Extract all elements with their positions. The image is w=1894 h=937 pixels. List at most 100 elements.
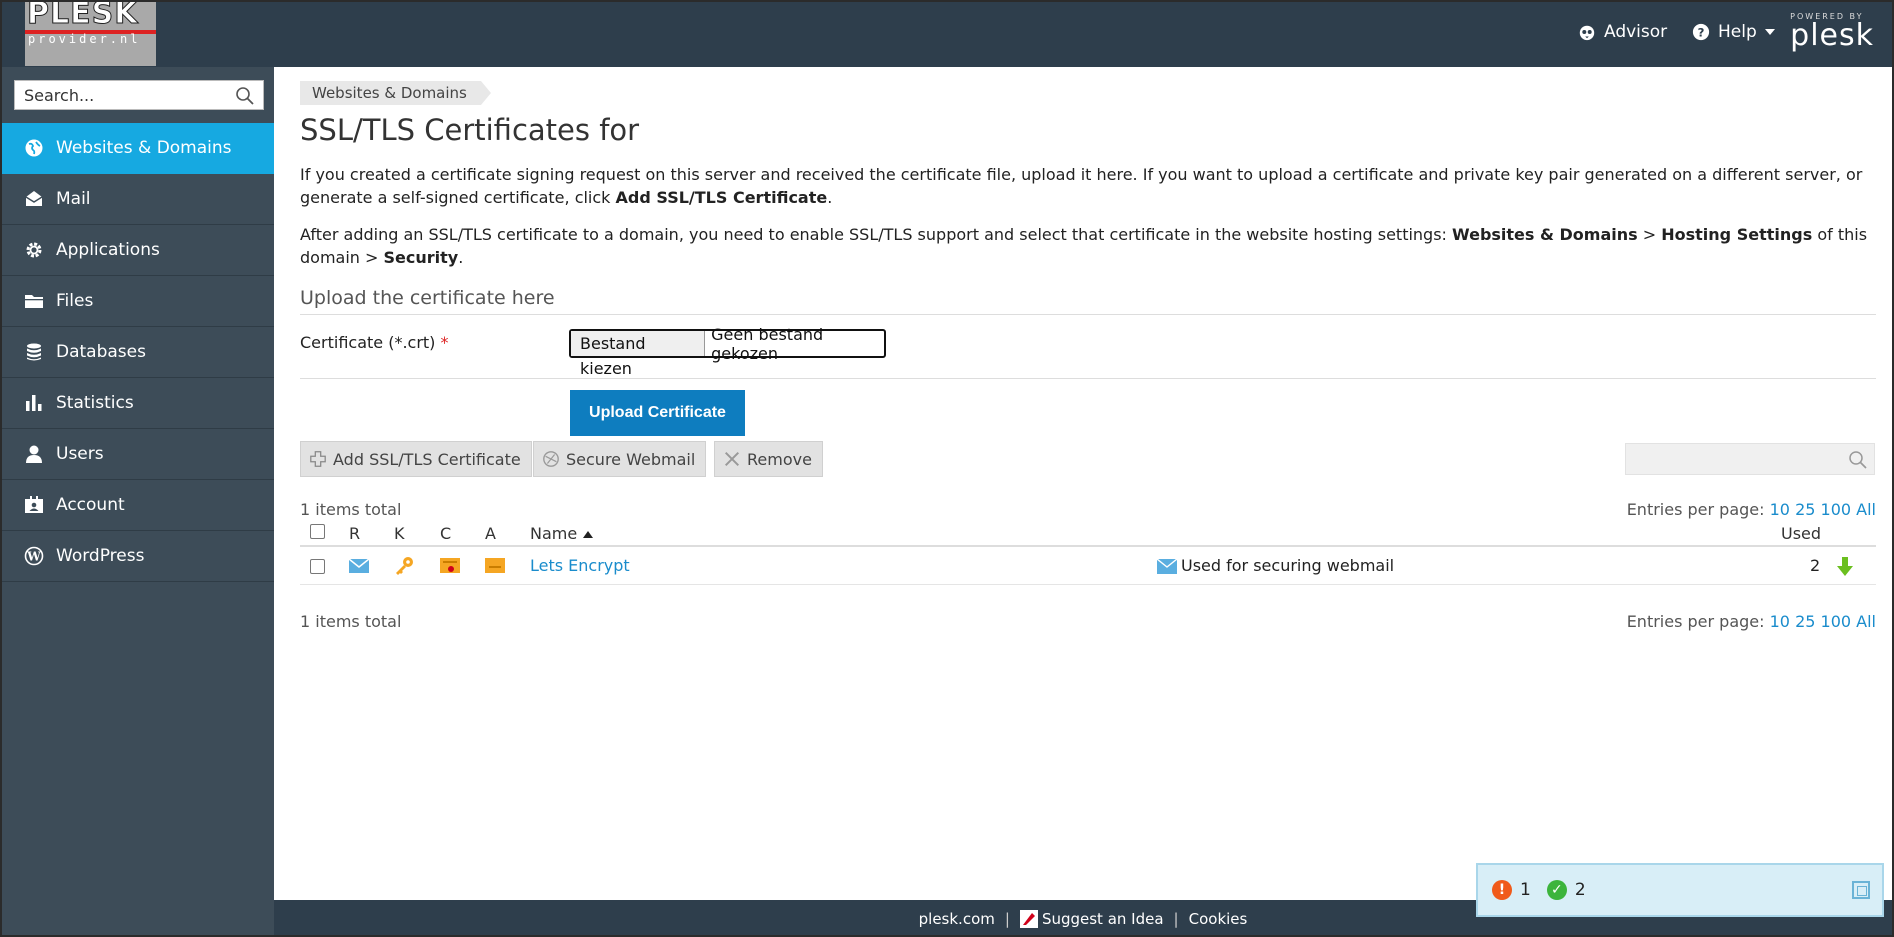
logo-sub-text: provider.nl	[28, 32, 141, 46]
help-circle-icon: ?	[1692, 23, 1710, 41]
private-key-icon	[396, 557, 413, 575]
provider-logo[interactable]: PLESK provider.nl	[25, 2, 156, 66]
certificate-label-text: Certificate (*.crt)	[300, 333, 436, 352]
column-used: Used	[1781, 524, 1822, 543]
intro-1-bold: Add SSL/TLS Certificate	[615, 188, 828, 207]
no-file-chosen-text: Geen bestand gekozen	[711, 324, 824, 363]
items-total-bottom: 1 items total	[300, 612, 402, 631]
plesk-brand-text: plesk	[1790, 18, 1874, 53]
certificate-file-input[interactable]: Bestand kiezen Geen bestand gekozen	[569, 325, 886, 378]
owl-icon	[1579, 25, 1595, 41]
intro-paragraph-1: If you created a certificate signing req…	[300, 163, 1876, 209]
database-icon	[27, 343, 41, 361]
powered-by-plesk[interactable]: POWERED BY plesk	[1790, 12, 1874, 51]
entries-option-10[interactable]: 10	[1770, 612, 1790, 631]
sidebar-item-users[interactable]: Users	[2, 429, 274, 480]
footer-separator: |	[1173, 909, 1179, 928]
svg-text:W: W	[26, 550, 41, 564]
certificate-icon	[440, 558, 460, 573]
gear-icon	[26, 242, 42, 258]
svg-text:?: ?	[1698, 26, 1705, 40]
suggest-idea-link[interactable]: Suggest an Idea	[1019, 909, 1164, 928]
remove-button[interactable]: Remove	[714, 441, 823, 477]
top-header: PLESK provider.nl Advisor ? Help POWERED…	[2, 2, 1892, 67]
sidebar-item-account[interactable]: Account	[2, 480, 274, 531]
certificate-field-label: Certificate (*.crt) *	[300, 333, 449, 352]
sidebar-item-label: Applications	[56, 240, 160, 260]
sidebar-item-label: Websites & Domains	[56, 138, 232, 158]
user-icon	[26, 445, 42, 463]
required-mark: *	[440, 333, 449, 352]
logo-main-text: PLESK	[26, 2, 139, 32]
intro-1-end: .	[827, 188, 833, 207]
add-certificate-label: Add SSL/TLS Certificate	[333, 449, 521, 469]
intro-2-end: .	[458, 248, 464, 267]
add-certificate-button[interactable]: Add SSL/TLS Certificate	[300, 441, 532, 477]
remove-label: Remove	[747, 449, 812, 469]
breadcrumb-websites-domains[interactable]: Websites & Domains	[312, 84, 467, 102]
column-a: A	[485, 524, 496, 543]
advisor-button[interactable]: Advisor	[1578, 22, 1667, 42]
row-checkbox[interactable]	[310, 559, 325, 574]
entries-option-100[interactable]: 100	[1821, 612, 1852, 631]
plesk-com-link[interactable]: plesk.com	[919, 910, 995, 928]
select-all-checkbox[interactable]	[310, 524, 325, 539]
remove-x-icon	[724, 451, 740, 467]
intro-2-bold-3: Security	[383, 248, 459, 267]
help-button[interactable]: ? Help	[1692, 22, 1775, 42]
sidebar-item-applications[interactable]: Applications	[2, 225, 274, 276]
secure-webmail-label: Secure Webmail	[566, 449, 696, 469]
folder-icon	[25, 295, 43, 308]
search-icon[interactable]	[235, 86, 255, 106]
intro-1-text: If you created a certificate signing req…	[300, 165, 1863, 207]
entries-option-all[interactable]: All	[1856, 612, 1876, 631]
plus-icon	[310, 451, 326, 467]
warning-count: 1	[1520, 880, 1531, 900]
form-divider	[300, 378, 1876, 379]
cookies-link[interactable]: Cookies	[1189, 910, 1248, 928]
request-mail-icon	[348, 558, 370, 573]
sidebar-item-databases[interactable]: Databases	[2, 327, 274, 378]
sidebar-item-wordpress[interactable]: W WordPress	[2, 531, 274, 582]
intro-2-text: After adding an SSL/TLS certificate to a…	[300, 225, 1453, 244]
sidebar-item-label: Account	[56, 495, 125, 515]
notification-panel[interactable]: ! 1 ✓ 2	[1476, 863, 1884, 917]
advisor-label: Advisor	[1604, 22, 1668, 42]
secure-webmail-button[interactable]: Secure Webmail	[533, 441, 707, 477]
intro-2-bold-2: Hosting Settings	[1661, 225, 1813, 244]
expand-panel-icon[interactable]	[1852, 881, 1870, 899]
sidebar-item-websites-domains[interactable]: Websites & Domains	[2, 123, 274, 174]
upload-certificate-button[interactable]: Upload Certificate	[570, 390, 745, 436]
entries-per-page-bottom: Entries per page: 10 25 100 All	[1627, 612, 1876, 631]
download-arrow-icon[interactable]	[1835, 556, 1855, 578]
intro-2-sep: >	[1637, 225, 1662, 244]
sidebar-item-mail[interactable]: Mail	[2, 174, 274, 225]
search-input[interactable]	[15, 81, 225, 109]
list-search-field[interactable]	[1625, 443, 1875, 475]
choose-file-button[interactable]: Bestand kiezen	[571, 331, 706, 378]
page-title: SSL/TLS Certificates for	[300, 113, 640, 147]
upload-section-title: Upload the certificate here	[300, 287, 555, 309]
sidebar-item-label: Users	[56, 444, 104, 464]
table-header: R K C A Name Used	[300, 517, 1876, 547]
column-c: C	[440, 524, 452, 543]
sidebar-item-statistics[interactable]: Statistics	[2, 378, 274, 429]
ca-certificate-icon	[485, 558, 505, 573]
mail-icon	[25, 191, 43, 206]
help-label: Help	[1718, 22, 1757, 42]
globe-icon	[25, 139, 43, 157]
entries-option-25[interactable]: 25	[1795, 612, 1815, 631]
column-name[interactable]: Name	[530, 524, 594, 543]
webmail-mail-icon	[1157, 559, 1177, 574]
footer-separator: |	[1004, 909, 1010, 928]
certificate-name-link[interactable]: Lets Encrypt	[530, 556, 630, 575]
breadcrumb[interactable]: Websites & Domains	[300, 81, 491, 105]
search-icon[interactable]	[1848, 450, 1868, 470]
webmail-usage-note: Used for securing webmail	[1181, 556, 1395, 575]
chevron-down-icon	[1764, 29, 1775, 35]
success-check-icon: ✓	[1546, 880, 1567, 900]
sidebar-item-label: Files	[56, 291, 94, 311]
used-count: 2	[1810, 556, 1821, 575]
sidebar-item-files[interactable]: Files	[2, 276, 274, 327]
sidebar-search	[14, 80, 264, 110]
